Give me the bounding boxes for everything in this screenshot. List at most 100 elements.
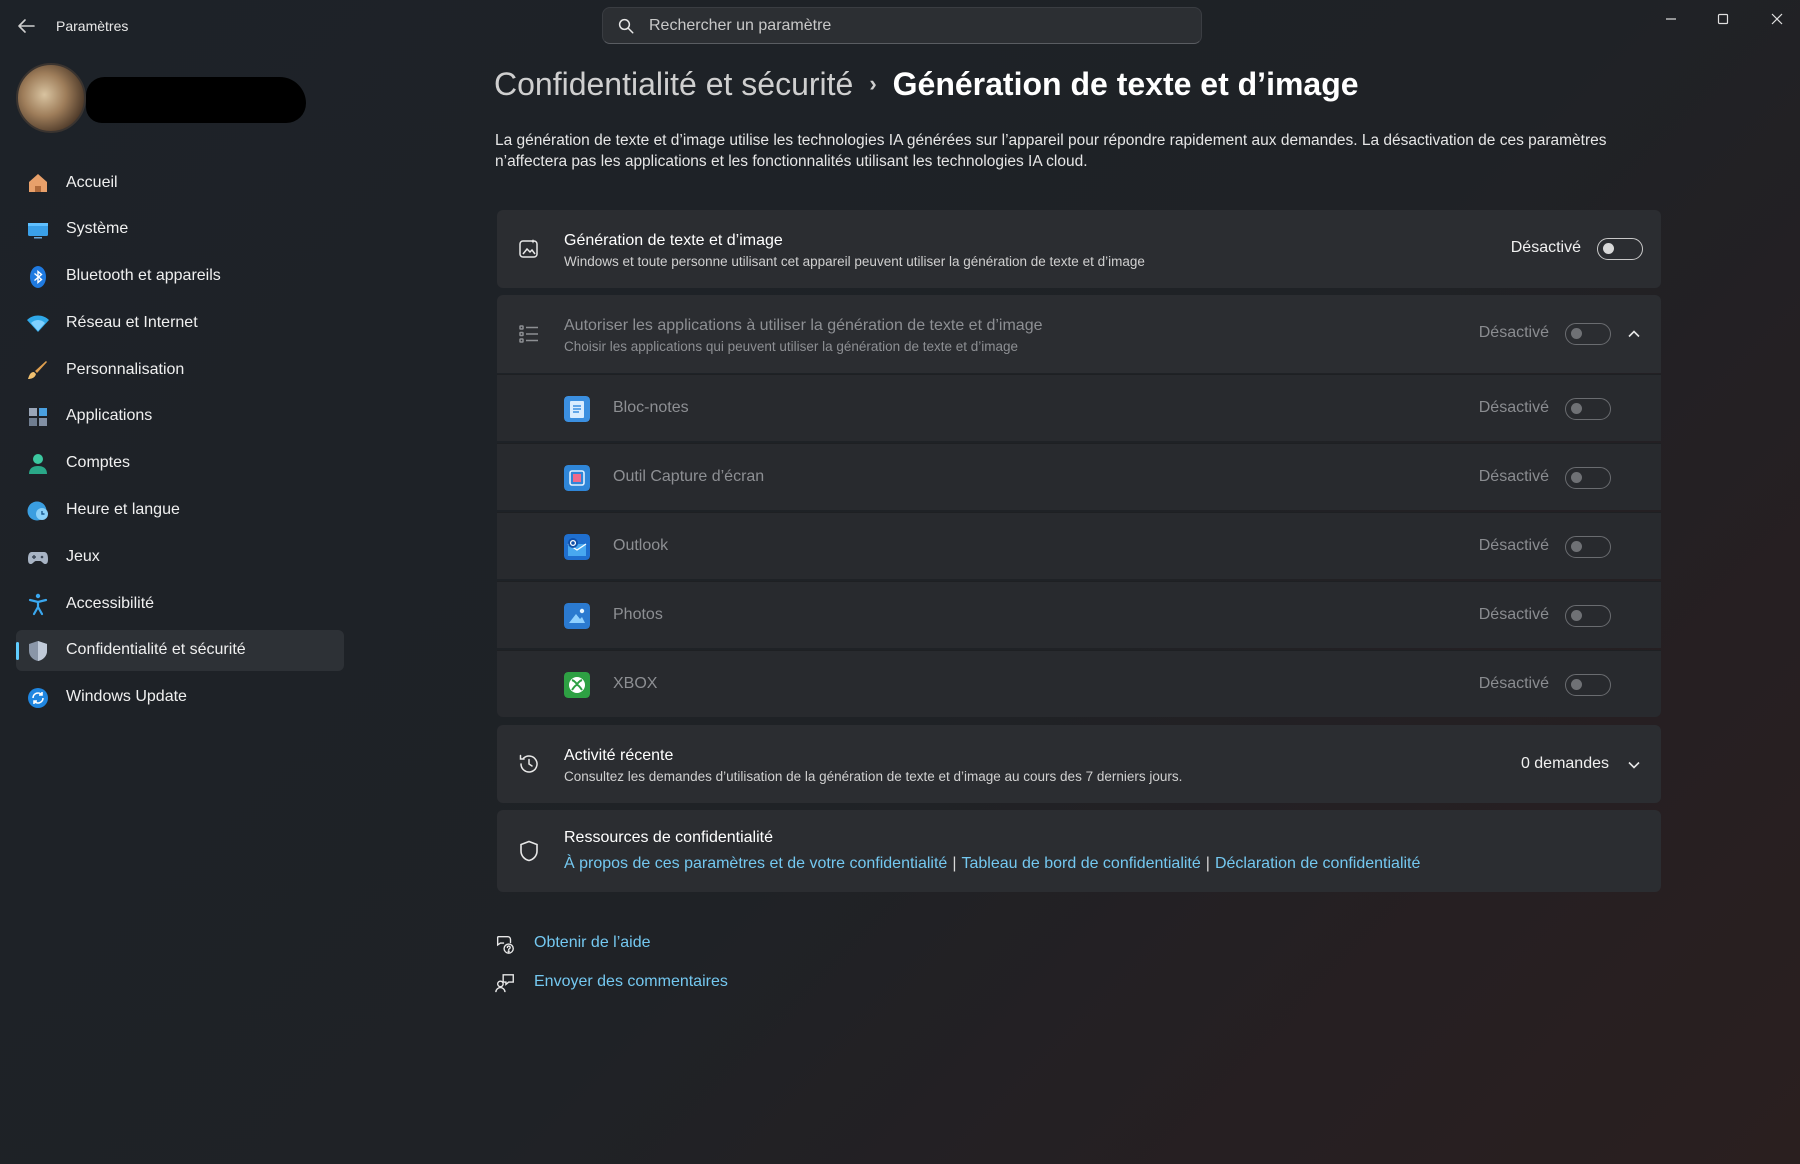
recent-activity-card[interactable]: Activité récente Consultez les demandes … <box>497 725 1661 803</box>
app-name: Photos <box>613 606 663 623</box>
setting-subtitle: Windows et toute personne utilisant cet … <box>564 254 1145 269</box>
shield-outline-icon <box>520 840 538 862</box>
toggle-state-label: Désactivé <box>1478 468 1549 485</box>
breadcrumb: Confidentialité et sécurité › Génération d… <box>494 66 1359 103</box>
list-item: Outil Capture d’écran Désactivé <box>497 443 1661 510</box>
sidebar-item-systeme[interactable]: Système <box>16 209 344 250</box>
gamepad-icon <box>28 552 48 565</box>
sidebar-item-personnalisation[interactable]: Personnalisation <box>16 349 344 390</box>
toggle-state-label: Désactivé <box>1478 675 1549 692</box>
avatar[interactable] <box>16 63 86 133</box>
wifi-icon <box>27 315 49 333</box>
list-item: XBOX Désactivé <box>497 650 1661 717</box>
breadcrumb-parent[interactable]: Confidentialité et sécurité <box>494 66 853 102</box>
setting-title: Autoriser les applications à utiliser la… <box>564 317 1043 334</box>
sidebar-item-label: Confidentialité et sécurité <box>66 641 246 659</box>
text-image-generation-toggle[interactable] <box>1597 238 1643 260</box>
app-title: Paramètres <box>56 18 129 34</box>
sidebar-item-jeux[interactable]: Jeux <box>16 536 344 577</box>
feedback-icon <box>495 974 514 993</box>
sidebar-item-label: Personnalisation <box>66 360 185 378</box>
toggle-state-label: Désactivé <box>1478 606 1549 623</box>
toggle-state-label: Désactivé <box>1478 324 1549 341</box>
send-feedback-label: Envoyer des commentaires <box>534 973 728 990</box>
list-item: Photos Désactivé <box>497 581 1661 648</box>
page-description: La génération de texte et d’image utilis… <box>495 132 1607 170</box>
allow-apps-card[interactable]: Autoriser les applications à utiliser la… <box>497 295 1661 373</box>
privacy-links: À propos de ces paramètres et de votre c… <box>564 855 1420 873</box>
photos-icon <box>564 603 590 629</box>
chevron-down-icon[interactable] <box>1625 756 1643 774</box>
get-help-label: Obtenir de l’aide <box>534 934 651 951</box>
bluetooth-icon <box>30 265 46 288</box>
privacy-resources-card: Ressources de confidentialité À propos d… <box>497 810 1661 892</box>
history-icon <box>519 754 538 773</box>
outlook-toggle[interactable] <box>1565 536 1611 558</box>
close-icon <box>1771 13 1783 25</box>
sidebar-item-label: Heure et langue <box>66 501 180 519</box>
sidebar-item-label: Réseau et Internet <box>66 313 198 331</box>
photos-toggle[interactable] <box>1565 605 1611 627</box>
sidebar-item-label: Windows Update <box>66 688 187 706</box>
setting-subtitle: Consultez les demandes d’utilisation de … <box>564 769 1183 784</box>
minimize-button[interactable] <box>1648 4 1694 34</box>
chevron-up-icon[interactable] <box>1625 325 1643 343</box>
privacy-about-link[interactable]: À propos de ces paramètres et de votre c… <box>564 855 947 872</box>
sidebar-item-label: Bluetooth et appareils <box>66 267 221 285</box>
xbox-toggle[interactable] <box>1565 674 1611 696</box>
back-arrow-icon[interactable] <box>14 14 38 38</box>
search-box[interactable] <box>602 7 1202 44</box>
xbox-icon <box>564 672 590 698</box>
apps-icon <box>29 407 47 426</box>
setting-title: Activité récente <box>564 747 674 764</box>
link-separator: | <box>952 855 957 872</box>
toggle-state-label: Désactivé <box>1478 399 1549 416</box>
search-icon <box>618 18 634 34</box>
sidebar-item-bluetooth[interactable]: Bluetooth et appareils <box>16 256 344 297</box>
sidebar-nav: Accueil Système Bluetooth et appareils R… <box>16 162 344 724</box>
sidebar-item-label: Applications <box>66 407 153 425</box>
sidebar-item-accueil[interactable]: Accueil <box>16 162 344 203</box>
notepad-toggle[interactable] <box>1565 398 1611 420</box>
search-input[interactable] <box>649 8 1189 43</box>
toggle-state-label: Désactivé <box>1478 537 1549 554</box>
sidebar-item-applications[interactable]: Applications <box>16 396 344 437</box>
snipping-tool-icon <box>564 465 590 491</box>
minimize-icon <box>1666 18 1676 20</box>
snipping-tool-toggle[interactable] <box>1565 467 1611 489</box>
brush-icon <box>28 361 47 380</box>
system-icon <box>28 222 48 239</box>
sidebar-item-label: Comptes <box>66 454 131 472</box>
sidebar-item-label: Système <box>66 220 129 238</box>
sidebar-item-windows-update[interactable]: Windows Update <box>16 677 344 718</box>
sidebar-item-confidentialite[interactable]: Confidentialité et sécurité <box>16 629 344 671</box>
home-icon <box>29 174 47 192</box>
privacy-statement-link[interactable]: Déclaration de confidentialité <box>1215 855 1420 872</box>
maximize-icon <box>1717 13 1729 25</box>
sidebar-item-accessibilite[interactable]: Accessibilité <box>16 583 344 624</box>
app-name: Outlook <box>613 537 669 554</box>
outlook-icon <box>564 534 590 560</box>
sidebar-item-reseau[interactable]: Réseau et Internet <box>16 302 344 343</box>
image-sparkle-icon <box>519 239 538 258</box>
setting-title: Ressources de confidentialité <box>564 829 774 846</box>
user-profile[interactable] <box>16 63 306 133</box>
app-name: Bloc-notes <box>613 399 689 416</box>
update-icon <box>28 687 48 708</box>
sidebar-item-label: Jeux <box>66 547 100 565</box>
maximize-button[interactable] <box>1700 4 1746 34</box>
clock-globe-icon <box>27 501 48 521</box>
sidebar-item-comptes[interactable]: Comptes <box>16 443 344 484</box>
list-item: Outlook Désactivé <box>497 512 1661 579</box>
sidebar-item-label: Accueil <box>66 173 118 191</box>
privacy-dashboard-link[interactable]: Tableau de bord de confidentialité <box>961 855 1200 872</box>
sidebar-item-heure-langue[interactable]: Heure et langue <box>16 490 344 531</box>
account-icon <box>29 453 47 474</box>
setting-subtitle: Choisir les applications qui peuvent uti… <box>564 339 1019 354</box>
request-count: 0 demandes <box>1520 755 1609 772</box>
allow-apps-toggle[interactable] <box>1565 323 1611 345</box>
page-title: Génération de texte et d’image <box>892 66 1359 102</box>
accessibility-icon <box>28 593 48 616</box>
close-button[interactable] <box>1754 4 1800 34</box>
title-bar: Paramètres <box>0 0 1800 52</box>
